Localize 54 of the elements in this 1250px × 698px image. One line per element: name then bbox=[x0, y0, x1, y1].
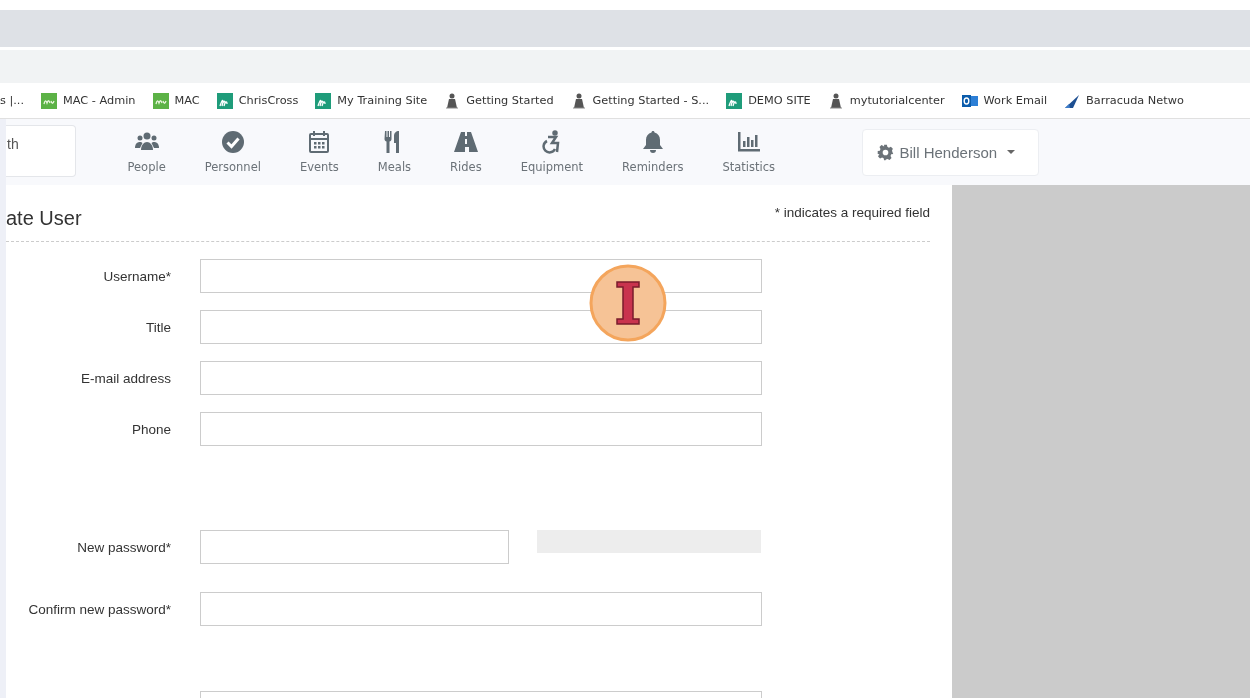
bookmark-link[interactable]: Getting Started - S... bbox=[570, 92, 710, 109]
field-label: Username* bbox=[102, 268, 171, 284]
field-label: Title bbox=[145, 319, 171, 335]
logo-icon bbox=[41, 92, 58, 109]
nav-item[interactable]: Rides bbox=[430, 130, 502, 174]
bell-icon bbox=[640, 130, 665, 154]
script-logo-icon bbox=[315, 92, 332, 109]
road-icon bbox=[453, 130, 478, 154]
input-field[interactable] bbox=[200, 361, 762, 395]
user-menu-button[interactable]: Bill Henderson bbox=[861, 128, 1039, 176]
nav-item[interactable]: Events bbox=[280, 130, 359, 174]
calendar-icon bbox=[307, 130, 332, 154]
bookmark-link[interactable]: MAC - Admin bbox=[41, 92, 136, 109]
nav-item[interactable]: Meals bbox=[358, 130, 431, 174]
figure-icon bbox=[444, 92, 461, 109]
figure-icon bbox=[570, 92, 587, 109]
nav-item[interactable]: People bbox=[108, 130, 186, 174]
input-field[interactable] bbox=[200, 310, 762, 344]
script-logo-icon bbox=[726, 92, 743, 109]
bookmark-link[interactable]: DEMO SITE bbox=[726, 92, 811, 109]
input-field[interactable] bbox=[200, 691, 762, 698]
bookmark-link[interactable]: Work Email bbox=[961, 92, 1048, 109]
cursor-highlight-icon bbox=[589, 264, 667, 342]
search-field[interactable]: th bbox=[6, 124, 76, 177]
bookmark-link[interactable]: mytutorialcenter bbox=[827, 92, 945, 109]
caret-icon bbox=[1007, 150, 1016, 154]
nav-item[interactable]: Equipment bbox=[501, 130, 603, 174]
bookmark-link[interactable]: MAC bbox=[152, 92, 200, 109]
figure-icon bbox=[827, 92, 844, 109]
bar-chart-icon bbox=[736, 130, 761, 154]
field-label: E-mail address bbox=[79, 370, 171, 386]
logo-icon bbox=[152, 92, 169, 109]
gear-icon bbox=[876, 143, 894, 161]
nav-item[interactable]: Reminders bbox=[602, 130, 703, 174]
nav-item[interactable]: Statistics bbox=[702, 130, 795, 174]
fin-logo-icon bbox=[1064, 92, 1081, 109]
bookmark-link[interactable]: Getting Started bbox=[444, 92, 554, 109]
check-circle-icon bbox=[220, 130, 245, 154]
bookmark-link[interactable]: Barracuda Netwo bbox=[1064, 92, 1184, 109]
nav-item[interactable]: Personnel bbox=[185, 130, 281, 174]
mail-logo-icon bbox=[961, 92, 978, 109]
bookmark-link[interactable]: s |... bbox=[0, 94, 25, 107]
bookmark-link[interactable]: ChrisCross bbox=[216, 92, 299, 109]
input-field[interactable] bbox=[200, 412, 762, 446]
input-field[interactable] bbox=[200, 259, 762, 293]
input-field[interactable] bbox=[200, 530, 509, 564]
bookmark-link[interactable]: My Training Site bbox=[315, 92, 428, 109]
field-label: Phone bbox=[130, 421, 171, 437]
required-note: * indicates a required field bbox=[774, 205, 930, 222]
script-logo-icon bbox=[216, 92, 233, 109]
field-label: New password* bbox=[76, 539, 171, 555]
page-title: ate User bbox=[6, 207, 82, 230]
input-field[interactable] bbox=[200, 592, 762, 626]
field-label: Confirm new password* bbox=[27, 601, 171, 617]
